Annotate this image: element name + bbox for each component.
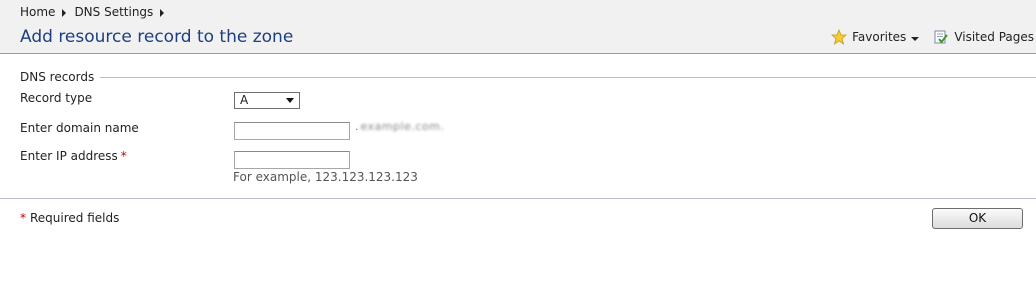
domain-suffix: . example.com. xyxy=(355,120,444,133)
breadcrumb: Home DNS Settings xyxy=(20,5,172,19)
form-bottom-divider xyxy=(0,198,1036,199)
record-type-value: A xyxy=(240,93,249,107)
favorites-label: Favorites xyxy=(852,30,907,44)
dropdown-arrow-icon xyxy=(286,98,294,103)
visited-pages-menu[interactable]: Visited Pages xyxy=(933,29,1034,45)
required-marker: * xyxy=(20,211,26,225)
breadcrumb-dns-settings-link[interactable]: DNS Settings xyxy=(74,5,153,19)
required-fields-note: * Required fields xyxy=(20,211,119,225)
ip-address-label: Enter IP address * xyxy=(20,149,127,163)
favorites-menu[interactable]: Favorites xyxy=(831,29,920,45)
ip-address-label-text: Enter IP address xyxy=(20,149,118,163)
page-header: Home DNS Settings Add resource record to… xyxy=(0,0,1036,54)
visited-pages-label: Visited Pages xyxy=(954,30,1034,44)
header-toolbar: Favorites Visited Pages xyxy=(817,29,1034,45)
ip-address-hint: For example, 123.123.123.123 xyxy=(233,170,418,184)
domain-name-label: Enter domain name xyxy=(20,121,139,135)
breadcrumb-separator-icon xyxy=(160,8,165,17)
page-title: Add resource record to the zone xyxy=(20,27,294,47)
required-fields-text: Required fields xyxy=(30,211,120,225)
chevron-down-icon xyxy=(911,36,920,41)
ip-address-input[interactable] xyxy=(234,151,350,169)
section-divider xyxy=(100,77,1036,78)
domain-name-input[interactable] xyxy=(234,122,350,140)
record-type-select[interactable]: A xyxy=(234,92,300,109)
dns-records-section-title: DNS records xyxy=(20,70,95,84)
domain-suffix-dot: . xyxy=(355,120,359,133)
star-icon xyxy=(831,29,848,45)
breadcrumb-separator-icon xyxy=(62,8,67,17)
domain-suffix-blurred: example.com. xyxy=(360,120,445,133)
ok-button[interactable]: OK xyxy=(932,208,1023,229)
visited-pages-icon xyxy=(934,30,949,44)
record-type-label: Record type xyxy=(20,91,93,105)
breadcrumb-home-link[interactable]: Home xyxy=(20,5,55,19)
required-marker: * xyxy=(120,149,127,163)
